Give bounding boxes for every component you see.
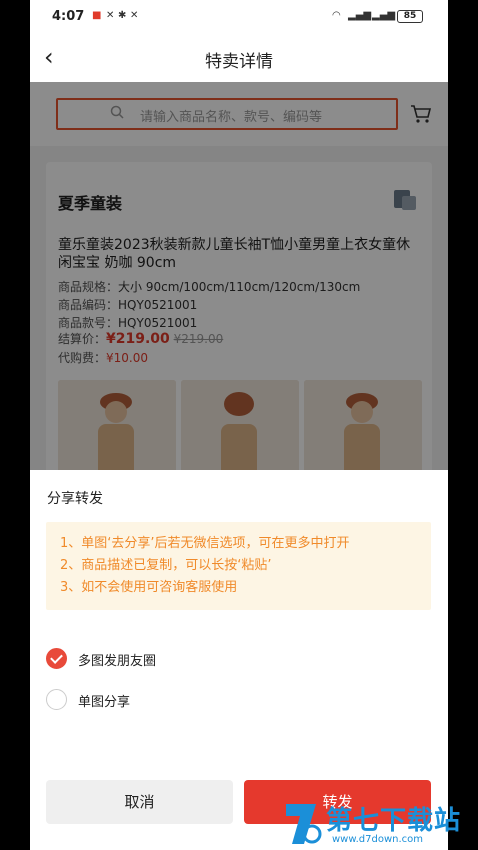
cancel-button[interactable]: 取消 — [46, 780, 233, 824]
option-single-image[interactable]: 单图分享 — [46, 689, 246, 711]
mute-icon: ✕ — [106, 10, 115, 21]
wifi-icon: ◠ — [332, 10, 341, 21]
watermark: 第七下载站 www.d7down.com — [282, 798, 478, 850]
status-bar: 4:07 ■ ✕ ✱ ✕ ◠ ▂▄▆ ▂▄▆ 85 — [30, 0, 448, 34]
sheet-title: 分享转发 — [47, 491, 103, 507]
option-label: 多图发朋友圈 — [78, 654, 157, 669]
dnd-icon: ✕ — [130, 10, 139, 21]
watermark-url: www.d7down.com — [332, 834, 424, 845]
option-multi-image[interactable]: 多图发朋友圈 — [46, 648, 246, 670]
page-title: 特卖详情 — [205, 52, 273, 72]
radio-unchecked-icon[interactable] — [46, 689, 67, 710]
radio-checked-icon[interactable] — [46, 648, 67, 669]
tip-item: 2、商品描述已复制，可以长按‘粘贴’ — [60, 558, 272, 573]
signal-2-icon: ▂▄▆ — [372, 10, 396, 21]
tip-item: 1、单图‘去分享’后若无微信选项，可在更多中打开 — [60, 536, 350, 551]
share-sheet: 分享转发 1、单图‘去分享’后若无微信选项，可在更多中打开 2、商品描述已复制，… — [30, 470, 448, 850]
app-screen: 4:07 ■ ✕ ✱ ✕ ◠ ▂▄▆ ▂▄▆ 85 ‹ 特卖详情 请输入商品名称… — [30, 0, 448, 850]
status-time: 4:07 — [52, 9, 85, 24]
nav-bar: ‹ 特卖详情 — [30, 34, 448, 82]
tip-item: 3、如不会使用可咨询客服使用 — [60, 580, 238, 595]
bluetooth-icon: ✱ — [118, 10, 127, 21]
notification-icon: ■ — [92, 10, 102, 21]
watermark-logo-icon — [286, 804, 322, 844]
tips-box: 1、单图‘去分享’后若无微信选项，可在更多中打开 2、商品描述已复制，可以长按‘… — [46, 522, 431, 610]
option-label: 单图分享 — [78, 695, 131, 710]
modal-overlay[interactable] — [30, 82, 448, 470]
battery-indicator: 85 — [397, 10, 423, 23]
watermark-name: 第七下载站 — [326, 806, 462, 836]
signal-icon: ▂▄▆ — [348, 10, 372, 21]
